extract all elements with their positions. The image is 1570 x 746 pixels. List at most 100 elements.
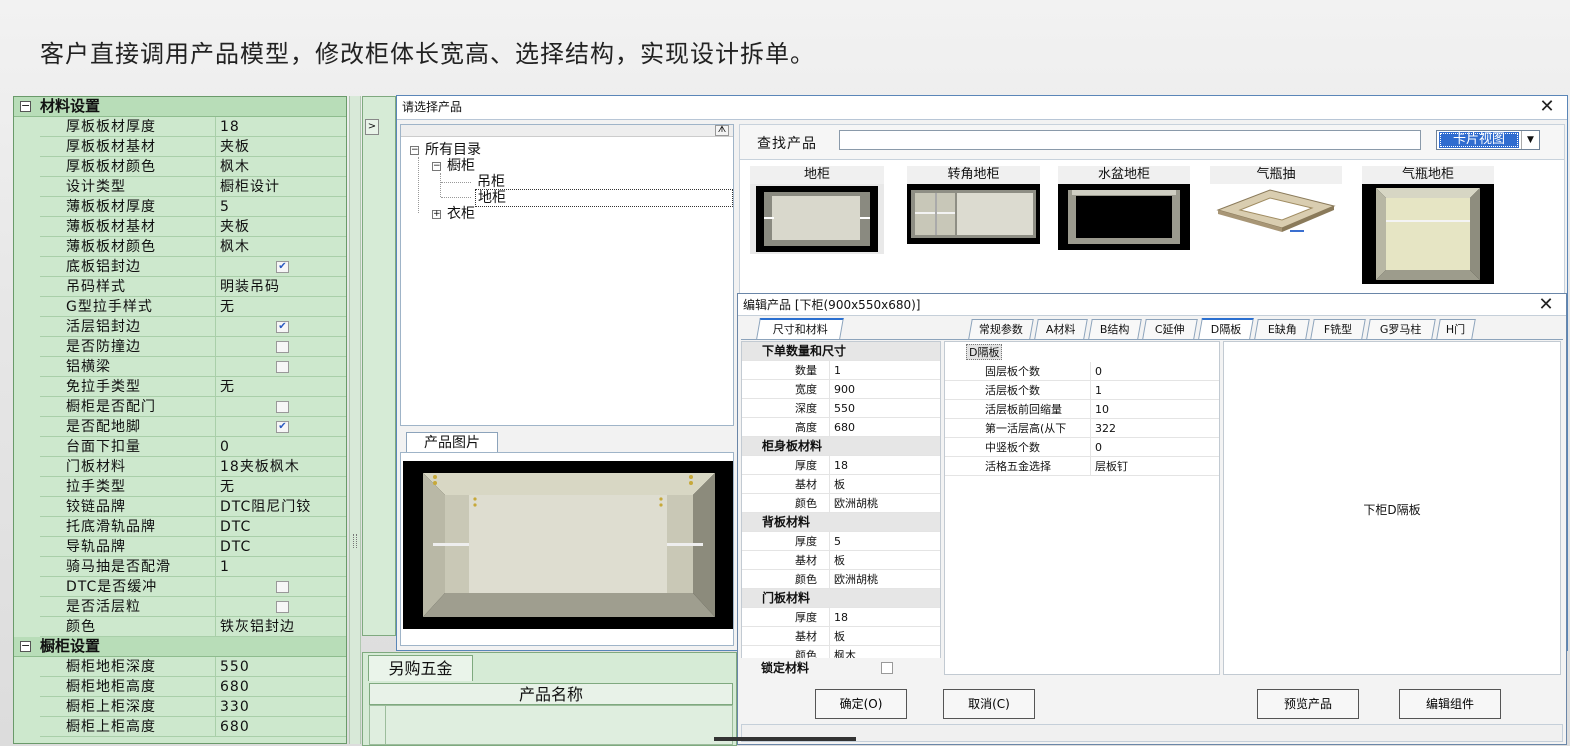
property-checkbox[interactable]: ✔ <box>276 321 289 333</box>
property-checkbox[interactable] <box>276 341 289 353</box>
tab-product-image[interactable]: 产品图片 <box>406 432 498 452</box>
tree-node-wardrobe[interactable]: + 衣柜 <box>432 206 475 222</box>
property-value[interactable]: 夹板 <box>220 217 346 237</box>
property-row[interactable]: 橱柜地柜深度 550 <box>40 657 346 677</box>
tab-g-roman-column[interactable]: G罗马柱 <box>1366 319 1436 339</box>
property-value[interactable]: 18夹板枫木 <box>220 457 346 477</box>
panel-splitter[interactable] <box>349 96 361 744</box>
property-checkbox[interactable]: ✔ <box>276 421 289 433</box>
property-row[interactable]: 设计类型 橱柜设计 <box>40 177 346 197</box>
view-mode-select[interactable]: 卡片视图 ▼ <box>1436 130 1540 150</box>
tab-e-notch[interactable]: E缺角 <box>1254 319 1310 339</box>
property-row[interactable]: 橱柜是否配门 <box>40 397 346 417</box>
property-value[interactable]: 明装吊码 <box>220 277 346 297</box>
property-row[interactable]: 厚板板材基材 夹板 <box>40 137 346 157</box>
tree-scrollbar[interactable]: ᗑ <box>401 125 733 137</box>
grid-row[interactable]: 数量 1 <box>742 361 940 380</box>
property-row[interactable]: 厚板板材厚度 18 <box>40 117 346 137</box>
grid-value[interactable]: 板 <box>834 475 934 494</box>
property-row[interactable]: 薄板板材基材 夹板 <box>40 217 346 237</box>
property-row[interactable]: 橱柜地柜高度 680 <box>40 677 346 697</box>
product-card-base[interactable]: 地柜 <box>750 166 884 254</box>
d-shelf-row[interactable]: 固层板个数 0 <box>945 362 1219 381</box>
property-value[interactable]: 铁灰铝封边 <box>220 617 346 637</box>
grid-value[interactable]: 板 <box>834 627 934 646</box>
property-value[interactable]: 无 <box>220 377 346 397</box>
grid-row[interactable]: 颜色 欧洲胡桃 <box>742 494 940 513</box>
column-header-product-name[interactable]: 产品名称 <box>369 683 733 705</box>
tab-general-params[interactable]: 常规参数 <box>968 319 1034 339</box>
property-value[interactable]: 枫木 <box>220 157 346 177</box>
property-checkbox[interactable] <box>276 601 289 613</box>
property-row[interactable]: 是否活层粒 <box>40 597 346 617</box>
d-shelf-row[interactable]: 第一活层高(从下 322 <box>945 419 1219 438</box>
pin-icon[interactable]: ᗑ <box>715 125 729 136</box>
product-card-sink-base[interactable]: 水盆地柜 <box>1058 166 1190 254</box>
grid-value[interactable]: 18 <box>834 456 934 475</box>
search-input[interactable] <box>839 130 1421 150</box>
property-value[interactable]: 无 <box>220 477 346 497</box>
tab-d-shelf[interactable]: D隔板 <box>1198 318 1254 339</box>
property-row[interactable]: 薄板板材厚度 5 <box>40 197 346 217</box>
property-value[interactable]: 1 <box>220 557 346 577</box>
close-icon[interactable]: ✕ <box>1537 96 1557 118</box>
property-checkbox[interactable] <box>276 361 289 373</box>
property-row[interactable]: 薄板板材颜色 枫木 <box>40 237 346 257</box>
grid-row[interactable]: 颜色 欧洲胡桃 <box>742 570 940 589</box>
property-row[interactable]: 是否配地脚 ✔ <box>40 417 346 437</box>
d-shelf-value[interactable]: 层板钉 <box>1095 457 1215 476</box>
property-row[interactable]: 橱柜上柜深度 330 <box>40 697 346 717</box>
property-checkbox[interactable] <box>276 401 289 413</box>
d-shelf-row[interactable]: 活层板个数 1 <box>945 381 1219 400</box>
grid-value[interactable]: 5 <box>834 532 934 551</box>
expand-icon[interactable]: + <box>432 209 441 219</box>
property-value[interactable]: DTC <box>220 517 346 537</box>
property-value[interactable]: 680 <box>220 717 346 737</box>
grid-row[interactable]: 基材板 <box>742 627 940 646</box>
chevron-down-icon[interactable]: ▼ <box>1521 131 1539 149</box>
property-row[interactable]: 活层铝封边 ✔ <box>40 317 346 337</box>
section-header[interactable]: − 材料设置 <box>14 97 346 117</box>
grid-row[interactable]: 高度 680 <box>742 418 940 437</box>
property-value[interactable]: DTC <box>220 537 346 557</box>
edit-component-button[interactable]: 编辑组件 <box>1399 689 1501 719</box>
section-header[interactable]: − 橱柜设置 <box>14 637 346 657</box>
grid-row[interactable]: 基材板 <box>742 551 940 570</box>
tab-h-door[interactable]: H门 <box>1436 319 1476 339</box>
property-value[interactable]: 夹板 <box>220 137 346 157</box>
grid-row[interactable]: 厚度 18 <box>742 456 940 475</box>
d-shelf-value[interactable]: 0 <box>1095 438 1215 457</box>
ok-button[interactable]: 确定(O) <box>815 689 907 719</box>
property-row[interactable]: 门板材料 18夹板枫木 <box>40 457 346 477</box>
property-row[interactable]: 免拉手类型无 <box>40 377 346 397</box>
property-row[interactable]: 骑马抽是否配滑 1 <box>40 557 346 577</box>
grid-value[interactable]: 550 <box>834 399 934 418</box>
tab-b-structure[interactable]: B结构 <box>1088 319 1142 339</box>
product-card-gas-drawer[interactable]: 气瓶抽 <box>1210 166 1342 254</box>
preview-product-button[interactable]: 预览产品 <box>1257 689 1359 719</box>
property-row[interactable]: 橱柜上柜高度 680 <box>40 717 346 737</box>
grid-value[interactable]: 680 <box>834 418 934 437</box>
collapse-icon[interactable]: − <box>410 145 419 155</box>
property-checkbox[interactable]: ✔ <box>276 261 289 273</box>
property-row[interactable]: 颜色 铁灰铝封边 <box>40 617 346 637</box>
product-card-gas-base[interactable]: 气瓶地柜 <box>1362 166 1494 284</box>
collapse-icon[interactable]: − <box>20 100 31 112</box>
d-shelf-value[interactable]: 0 <box>1095 362 1215 381</box>
property-row[interactable]: 台面下扣量 0 <box>40 437 346 457</box>
grid-value[interactable]: 欧洲胡桃 <box>834 570 934 589</box>
d-shelf-row[interactable]: 活层板前回缩量 10 <box>945 400 1219 419</box>
property-row[interactable]: 拉手类型无 <box>40 477 346 497</box>
collapse-icon[interactable]: − <box>432 161 441 171</box>
tree-node-cabinet[interactable]: − 橱柜 <box>432 158 475 174</box>
property-checkbox[interactable] <box>276 581 289 593</box>
property-value[interactable]: 无 <box>220 297 346 317</box>
grid-value[interactable]: 900 <box>834 380 934 399</box>
property-row[interactable]: G型拉手样式无 <box>40 297 346 317</box>
property-row[interactable]: 铰链品牌 DTC阻尼门铰 <box>40 497 346 517</box>
tab-c-extension[interactable]: C延伸 <box>1142 319 1198 339</box>
property-value[interactable]: 枫木 <box>220 237 346 257</box>
grid-row[interactable]: 厚度 5 <box>742 532 940 551</box>
lock-material-checkbox[interactable] <box>881 662 893 674</box>
property-value[interactable]: 330 <box>220 697 346 717</box>
